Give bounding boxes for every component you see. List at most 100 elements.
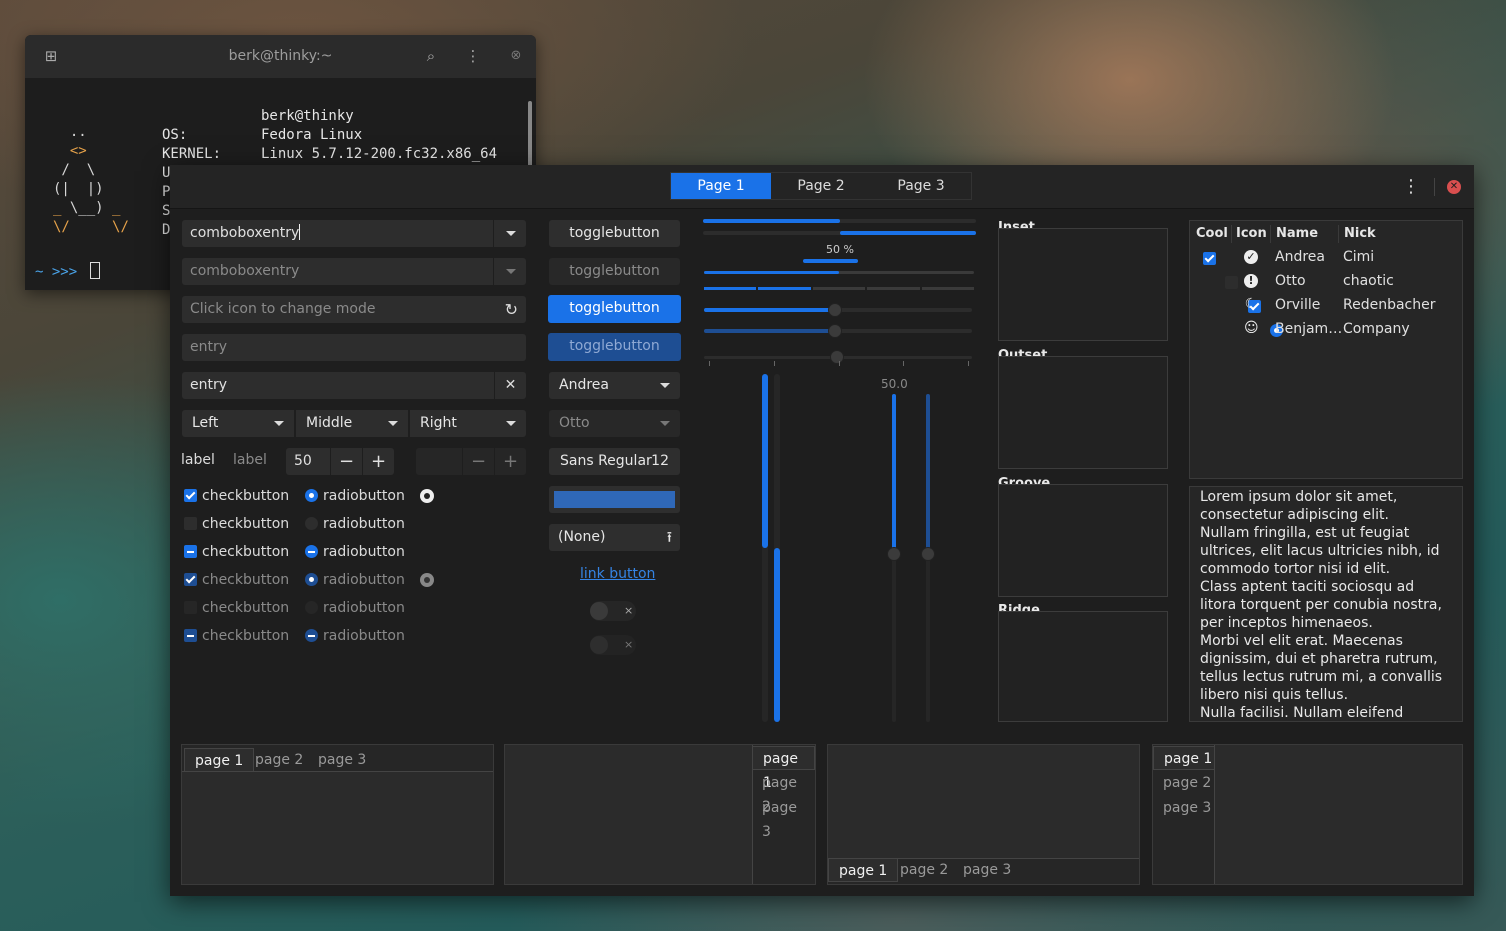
entry-placeholder-field[interactable]: entry <box>182 334 526 361</box>
search-icon[interactable]: ⌕ <box>421 46 441 66</box>
dropdown-button[interactable] <box>493 220 526 247</box>
plus-icon: + <box>494 448 526 475</box>
tab-page-2[interactable]: Page 2 <box>771 173 871 199</box>
refresh-icon[interactable]: ↻ <box>505 296 518 323</box>
scale-knob[interactable] <box>887 547 901 561</box>
switch-off[interactable]: × <box>590 601 636 621</box>
chevron-down-icon <box>660 383 670 388</box>
font-button[interactable]: Sans Regular 12 <box>549 448 680 475</box>
hscale-3[interactable] <box>704 350 972 364</box>
plus-icon[interactable]: + <box>362 448 394 475</box>
togglebutton[interactable]: togglebutton <box>549 220 680 247</box>
column-separator <box>1338 225 1339 243</box>
switch-knob <box>590 602 608 620</box>
close-icon[interactable]: ⊗ <box>506 46 526 66</box>
radiobutton-unselected[interactable]: radiobutton <box>305 514 405 534</box>
segment-label: Right <box>420 415 457 431</box>
level-bar <box>704 287 975 290</box>
vscale-1[interactable] <box>887 394 901 722</box>
row-name[interactable]: Orville <box>1275 295 1320 315</box>
togglebutton-disabled: togglebutton <box>549 258 680 285</box>
notebook-tab-2[interactable]: page 2 <box>245 748 313 772</box>
scale-knob[interactable] <box>828 303 842 317</box>
segment-right[interactable]: Right <box>410 410 526 437</box>
notebook-page <box>828 745 1139 859</box>
notebook-tab-1[interactable]: page 1 <box>828 858 899 882</box>
progress-label: 50 % <box>826 243 854 256</box>
radio-indicator-icon[interactable] <box>420 489 434 503</box>
radiobutton-mixed[interactable]: radiobutton <box>305 542 405 562</box>
radiobutton-label: radiobutton <box>323 488 405 504</box>
row-name[interactable]: Otto <box>1275 271 1306 291</box>
combobox-andrea[interactable]: Andrea <box>549 372 680 399</box>
radiobutton-selected-disabled: radiobutton <box>305 570 405 590</box>
tab-page-3[interactable]: Page 3 <box>871 173 971 199</box>
menu-icon[interactable]: ⋮ <box>463 46 483 66</box>
menu-icon[interactable]: ⋮ <box>1402 177 1420 197</box>
row-nick[interactable]: Company <box>1343 319 1410 339</box>
radio-icon <box>305 629 318 642</box>
row-nick[interactable]: chaotic <box>1343 271 1394 291</box>
row-name[interactable]: Benjam… <box>1275 319 1342 339</box>
notebook-tab-1[interactable]: page 1 <box>1153 746 1224 770</box>
radiobutton-label: radiobutton <box>323 544 405 560</box>
checkbutton-mixed[interactable]: checkbutton <box>184 542 289 562</box>
textview[interactable]: Lorem ipsum dolor sit amet, consectetur … <box>1189 486 1463 722</box>
segment-middle[interactable]: Middle <box>296 410 408 437</box>
entry-field[interactable]: entry ✕ <box>182 372 526 399</box>
notebook-tab-3[interactable]: page 3 <box>953 858 1021 882</box>
vscale-2 <box>921 394 935 722</box>
checkbutton-unchecked[interactable]: checkbutton <box>184 514 289 534</box>
row-nick[interactable]: Cimi <box>1343 247 1374 267</box>
scale-fill <box>892 394 896 554</box>
cursor <box>89 262 100 279</box>
chevron-down-icon <box>274 421 284 426</box>
combo-text: Andrea <box>559 377 609 393</box>
checkbutton-label: checkbutton <box>202 544 290 560</box>
color-button[interactable] <box>549 486 680 513</box>
mode-entry[interactable]: Click icon to change mode ↻ <box>182 296 526 323</box>
frame-ridge <box>998 611 1168 722</box>
clear-icon[interactable]: ✕ <box>494 372 526 399</box>
notebook-tab-1[interactable]: page 1 <box>184 748 255 772</box>
segment-left[interactable]: Left <box>182 410 294 437</box>
radiobutton-selected[interactable]: radiobutton <box>305 486 405 506</box>
tab-page-1[interactable]: Page 1 <box>671 173 771 199</box>
cool-checkbox[interactable] <box>1203 252 1216 265</box>
row-name[interactable]: Andrea <box>1275 247 1325 267</box>
column-header-name[interactable]: Name <box>1276 224 1318 244</box>
notebook-tab-1[interactable]: page 1 <box>752 746 815 791</box>
progress-fill <box>704 271 839 274</box>
row-nick[interactable]: Redenbacher <box>1343 295 1436 315</box>
terminal-scrollbar[interactable] <box>528 101 532 173</box>
cool-checkbox[interactable] <box>1225 276 1239 289</box>
column-header-icon[interactable]: Icon <box>1236 224 1267 244</box>
close-icon[interactable]: ✕ <box>1447 180 1461 194</box>
notebook-tab-3[interactable]: page 3 <box>752 796 815 840</box>
column-header-cool[interactable]: Cool <box>1196 224 1228 244</box>
notebook-tab-3[interactable]: page 3 <box>308 748 376 772</box>
text-paragraph: Nullam fringilla, est ut feugiat ultrice… <box>1200 525 1440 577</box>
notebook-page <box>1214 745 1462 884</box>
column-header-nick[interactable]: Nick <box>1344 224 1376 244</box>
comboboxentry-input[interactable]: comboboxentry <box>182 220 526 247</box>
widget-factory-window: Page 1 Page 2 Page 3 ⋮ ✕ comboboxentry c… <box>170 165 1474 896</box>
notebook-tab-2[interactable]: page 2 <box>1153 771 1221 795</box>
checkbutton-checked[interactable]: checkbutton <box>184 486 289 506</box>
notebook-tab-2[interactable]: page 2 <box>752 771 815 815</box>
radiobutton-label: radiobutton <box>323 600 405 616</box>
togglebutton-active[interactable]: togglebutton <box>548 295 681 323</box>
file-chooser-button[interactable]: (None) ⭱ <box>549 524 680 551</box>
terminal-line: OS: Fedora Linux <box>162 127 363 143</box>
minus-icon[interactable]: − <box>330 448 362 475</box>
notebook-tab-2[interactable]: page 2 <box>890 858 958 882</box>
treeview[interactable]: Cool Icon Name Nick ✓ Andrea Cimi ! Otto… <box>1189 220 1463 479</box>
link-button[interactable]: link button <box>580 566 655 582</box>
spinbutton[interactable]: 50 − + <box>286 448 394 475</box>
progress-bar-left <box>703 219 976 223</box>
terminal-prompt[interactable]: ~ >>> <box>35 262 100 280</box>
notebook-tab-3[interactable]: page 3 <box>1153 796 1221 820</box>
terminal-title: berk@thinky:~ <box>228 48 333 64</box>
font-name: Sans Regular <box>560 453 652 469</box>
hscale-1[interactable] <box>704 303 972 317</box>
